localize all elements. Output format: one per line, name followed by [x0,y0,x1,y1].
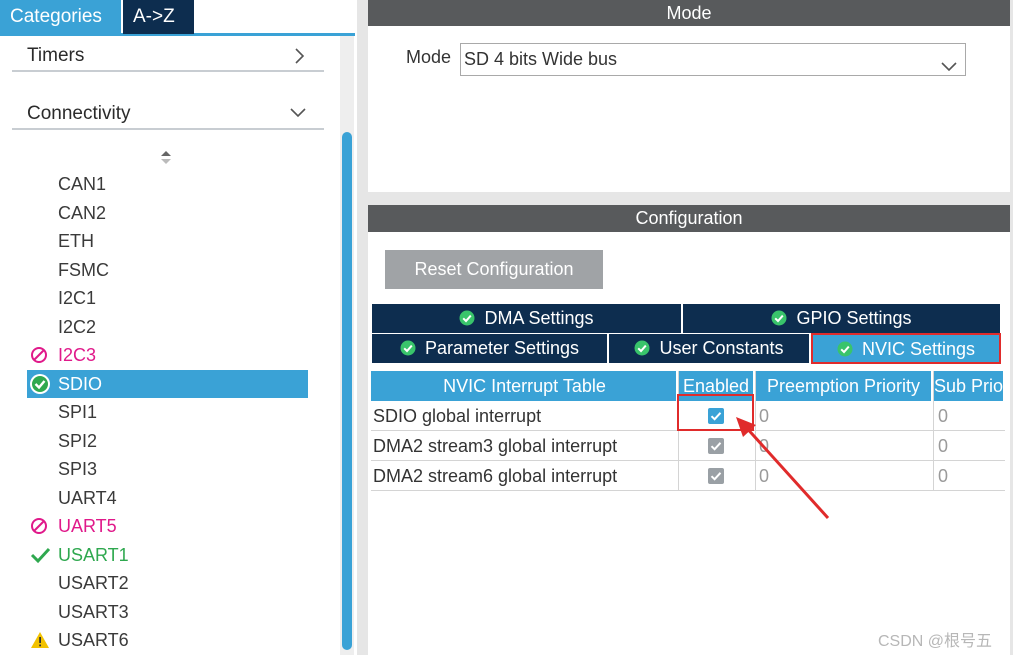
categories-panel: Categories A->Z Timers Connectivity CAN1… [0,0,355,655]
peripheral-item-uart5[interactable]: UART5 [0,512,340,541]
category-view-tabs: Categories A->Z [0,0,355,36]
peripheral-item-usart2[interactable]: USART2 [0,569,340,598]
peripheral-item-sdio[interactable]: SDIO [27,369,308,398]
tab-gpio-settings[interactable]: GPIO Settings [683,304,1000,333]
peripheral-label: I2C3 [58,345,97,365]
mode-select-value: SD 4 bits Wide bus [464,49,618,69]
peripheral-item-can2[interactable]: CAN2 [0,199,340,228]
peripheral-label: SPI3 [58,459,98,479]
peripheral-label: SPI2 [58,430,98,451]
column-header[interactable]: Preemption Priority [755,371,933,401]
mode-panel: Mode Mode SD 4 bits Wide bus [368,0,1010,192]
check-circle-icon [837,337,853,357]
chevron-right-icon [294,40,306,82]
sort-icon[interactable] [158,147,174,167]
peripheral-item-spi1[interactable]: SPI1 [0,398,340,427]
peripheral-item-usart3[interactable]: USART3 [0,598,340,627]
sub-priority-field[interactable]: 0 [933,401,1005,431]
enabled-checkbox[interactable] [708,468,724,484]
peripheral-label: I2C1 [58,288,97,308]
tab-label: NVIC Settings [861,339,976,359]
tab-categories[interactable]: Categories [0,0,121,34]
annotation-arrow [736,417,830,520]
peripheral-item-usart6[interactable]: USART6 [0,626,340,655]
table-row: DMA2 stream6 global interrupt 0 0 [371,461,1005,491]
tab-dma-settings[interactable]: DMA Settings [372,304,681,333]
peripheral-item-fsmc[interactable]: FSMC [0,256,340,285]
check-circle-icon [771,306,787,326]
peripheral-label: USART6 [58,630,129,650]
peripheral-label: UART5 [58,516,117,536]
peripheral-item-usart1[interactable]: USART1 [0,541,340,570]
peripheral-label: CAN2 [58,202,107,223]
tab-label: User Constants [659,338,784,358]
peripheral-label: SDIO [58,373,103,394]
interrupt-name: DMA2 stream6 global interrupt [373,466,618,486]
tab-user-constants[interactable]: User Constants [609,334,809,363]
tab-label: Parameter Settings [424,338,580,358]
mode-label: Mode [406,47,452,67]
peripheral-item-spi3[interactable]: SPI3 [0,455,340,484]
peripheral-item-i2c2[interactable]: I2C2 [0,313,340,342]
check-circle-icon [459,306,475,326]
tab-label: GPIO Settings [796,308,912,328]
check-circle-icon [29,370,51,398]
peripheral-label: SPI1 [58,402,98,422]
column-header[interactable]: Sub Priority [933,371,1005,401]
group-timers[interactable]: Timers [12,40,324,72]
tab-a-to-z[interactable]: A->Z [123,0,194,34]
sub-priority-field[interactable]: 0 [933,461,1005,491]
peripheral-item-i2c3[interactable]: I2C3 [0,341,340,370]
group-connectivity[interactable]: Connectivity [12,98,324,130]
interrupt-name: SDIO global interrupt [373,406,542,426]
tab-parameter-settings[interactable]: Parameter Settings [372,334,607,363]
peripheral-item-uart4[interactable]: UART4 [0,484,340,513]
column-header[interactable]: NVIC Interrupt Table [371,371,678,401]
peripheral-list: CAN1 CAN2 ETH FSMC I2C1 I2C2 I2C3 SDIO SPI1 SPI2 S… [0,170,340,655]
sub-priority-field[interactable]: 0 [933,431,1005,461]
checkmark-icon [30,541,52,569]
table-row: DMA2 stream3 global interrupt00 [371,431,1005,461]
peripheral-label: ETH [58,231,94,251]
disabled-icon [30,341,52,369]
peripheral-item-can1[interactable]: CAN1 [0,170,340,199]
peripheral-label: I2C2 [58,316,97,337]
configuration-panel-title: Configuration [368,205,1010,232]
check-circle-icon [634,336,650,356]
warning-icon [30,626,52,654]
tab-nvic-settings[interactable]: NVIC Settings [811,333,1001,364]
peripheral-label: USART1 [58,544,129,565]
interrupt-name: DMA2 stream3 global interrupt [373,436,618,456]
chevron-down-icon [290,98,306,140]
tab-label: DMA Settings [484,308,594,328]
group-label: Connectivity [27,103,131,124]
peripheral-item-spi2[interactable]: SPI2 [0,427,340,456]
peripheral-label: USART2 [58,573,129,593]
peripheral-label: USART3 [58,601,129,622]
chevron-down-icon [941,52,957,72]
group-label: Timers [27,45,85,66]
watermark: CSDN @根号五 [878,633,993,650]
peripheral-item-i2c1[interactable]: I2C1 [0,284,340,313]
enabled-checkbox[interactable] [708,438,724,454]
peripheral-label: CAN1 [58,174,107,194]
peripheral-label: FSMC [58,259,109,280]
peripheral-label: UART4 [58,487,117,508]
disabled-icon [30,512,52,540]
peripheral-item-eth[interactable]: ETH [0,227,340,256]
check-circle-icon [400,336,416,356]
mode-panel-title: Mode [368,0,1010,26]
reset-configuration-button[interactable]: Reset Configuration [385,250,603,289]
mode-select[interactable]: SD 4 bits Wide bus [460,43,966,76]
nvic-interrupt-table: NVIC Interrupt Table Enabled Preemption … [371,371,1005,491]
scrollbar-thumb[interactable] [342,132,352,650]
